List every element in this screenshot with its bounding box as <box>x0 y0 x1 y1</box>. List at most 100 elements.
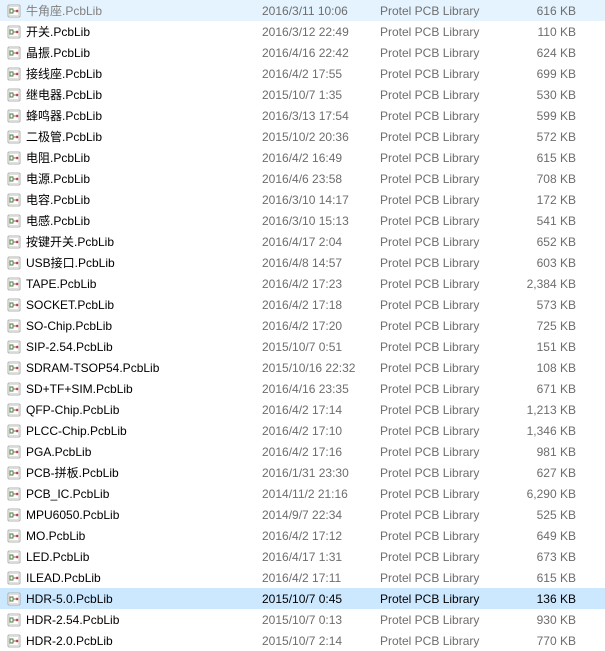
file-row[interactable]: TAPE.PcbLib2016/4/2 17:23Protel PCB Libr… <box>0 273 605 294</box>
file-row[interactable]: 二极管.PcbLib2015/10/2 20:36Protel PCB Libr… <box>0 126 605 147</box>
file-name-cell: 晶振.PcbLib <box>6 44 262 61</box>
file-name-label: HDR-5.0.PcbLib <box>26 592 113 606</box>
file-type-cell: Protel PCB Library <box>380 403 506 417</box>
file-type-cell: Protel PCB Library <box>380 214 506 228</box>
file-date-cell: 2016/4/2 17:12 <box>262 529 380 543</box>
pcblib-file-icon <box>6 612 22 628</box>
file-name-label: 晶振.PcbLib <box>26 44 90 61</box>
file-name-cell: SIP-2.54.PcbLib <box>6 339 262 355</box>
file-name-cell: 电源.PcbLib <box>6 170 262 187</box>
file-row[interactable]: 开关.PcbLib 2016/3/12 22:49Protel PCB Libra… <box>0 21 605 42</box>
file-name-label: PCB_IC.PcbLib <box>26 487 109 501</box>
file-row[interactable]: HDR-2.54.PcbLib2015/10/7 0:13Protel PCB … <box>0 609 605 630</box>
file-name-label: 电阻.PcbLib <box>26 149 90 166</box>
file-row[interactable]: QFP-Chip.PcbLib2016/4/2 17:14Protel PCB … <box>0 399 605 420</box>
file-date-cell: 2015/10/7 2:14 <box>262 634 380 648</box>
file-row[interactable]: SOCKET.PcbLib2016/4/2 17:18Protel PCB Li… <box>0 294 605 315</box>
file-row[interactable]: MPU6050.PcbLib2014/9/7 22:34Protel PCB L… <box>0 504 605 525</box>
file-row[interactable]: 牛角座.PcbLib2016/3/11 10:06Protel PCB Libr… <box>0 0 605 21</box>
file-row[interactable]: 晶振.PcbLib2016/4/16 22:42Protel PCB Libra… <box>0 42 605 63</box>
file-type-cell: Protel PCB Library <box>380 487 506 501</box>
file-row[interactable]: SD+TF+SIM.PcbLib2016/4/16 23:35Protel PC… <box>0 378 605 399</box>
file-date-cell: 2015/10/7 1:35 <box>262 88 380 102</box>
file-date-cell: 2014/9/7 22:34 <box>262 508 380 522</box>
file-row[interactable]: 按键开关.PcbLib2016/4/17 2:04Protel PCB Libr… <box>0 231 605 252</box>
file-row[interactable]: 电感.PcbLib2016/3/10 15:13Protel PCB Libra… <box>0 210 605 231</box>
pcblib-file-icon <box>6 234 22 250</box>
file-type-cell: Protel PCB Library <box>380 319 506 333</box>
file-size-cell: 624 KB <box>506 46 586 60</box>
file-date-cell: 2016/3/10 14:17 <box>262 193 380 207</box>
file-date-cell: 2015/10/7 0:45 <box>262 592 380 606</box>
file-name-cell: PCB_IC.PcbLib <box>6 486 262 502</box>
file-row[interactable]: SO-Chip.PcbLib2016/4/2 17:20Protel PCB L… <box>0 315 605 336</box>
file-row[interactable]: USB接口.PcbLib2016/4/8 14:57Protel PCB Lib… <box>0 252 605 273</box>
file-name-label: 开关.PcbLib <box>26 23 90 40</box>
file-name-label: MO.PcbLib <box>26 529 85 543</box>
file-name-cell: PCB-拼板.PcbLib <box>6 464 262 481</box>
file-name-label: USB接口.PcbLib <box>26 254 115 271</box>
file-row[interactable]: 接线座.PcbLib2016/4/2 17:55Protel PCB Libra… <box>0 63 605 84</box>
file-date-cell: 2016/3/12 22:49 <box>262 25 380 39</box>
file-date-cell: 2016/4/2 17:16 <box>262 445 380 459</box>
file-type-cell: Protel PCB Library <box>380 445 506 459</box>
pcblib-file-icon <box>6 66 22 82</box>
file-size-cell: 615 KB <box>506 571 586 585</box>
file-row[interactable]: 蜂鸣器.PcbLib2016/3/13 17:54Protel PCB Libr… <box>0 105 605 126</box>
pcblib-file-icon <box>6 24 22 40</box>
file-row[interactable]: HDR-2.0.PcbLib2015/10/7 2:14Protel PCB L… <box>0 630 605 651</box>
file-name-label: PGA.PcbLib <box>26 445 91 459</box>
file-type-cell: Protel PCB Library <box>380 382 506 396</box>
file-name-cell: SO-Chip.PcbLib <box>6 318 262 334</box>
file-row[interactable]: 继电器.PcbLib2015/10/7 1:35Protel PCB Libra… <box>0 84 605 105</box>
file-name-label: 蜂鸣器.PcbLib <box>26 107 102 124</box>
file-row[interactable]: ILEAD.PcbLib2016/4/2 17:11Protel PCB Lib… <box>0 567 605 588</box>
file-date-cell: 2016/4/2 17:18 <box>262 298 380 312</box>
file-row[interactable]: 电源.PcbLib2016/4/6 23:58Protel PCB Librar… <box>0 168 605 189</box>
pcblib-file-icon <box>6 381 22 397</box>
file-type-cell: Protel PCB Library <box>380 361 506 375</box>
file-size-cell: 649 KB <box>506 529 586 543</box>
pcblib-file-icon <box>6 171 22 187</box>
pcblib-file-icon <box>6 150 22 166</box>
file-row[interactable]: PLCC-Chip.PcbLib2016/4/2 17:10Protel PCB… <box>0 420 605 441</box>
file-name-cell: LED.PcbLib <box>6 549 262 565</box>
pcblib-file-icon <box>6 129 22 145</box>
file-type-cell: Protel PCB Library <box>380 25 506 39</box>
file-name-label: PCB-拼板.PcbLib <box>26 464 119 481</box>
file-name-label: SO-Chip.PcbLib <box>26 319 112 333</box>
file-row[interactable]: LED.PcbLib2016/4/17 1:31Protel PCB Libra… <box>0 546 605 567</box>
file-type-cell: Protel PCB Library <box>380 298 506 312</box>
file-name-cell: 二极管.PcbLib <box>6 128 262 145</box>
file-size-cell: 110 KB <box>506 25 586 39</box>
file-date-cell: 2016/4/2 16:49 <box>262 151 380 165</box>
pcblib-file-icon <box>6 318 22 334</box>
file-row[interactable]: PCB-拼板.PcbLib2016/1/31 23:30Protel PCB L… <box>0 462 605 483</box>
pcblib-file-icon <box>6 444 22 460</box>
file-row[interactable]: SDRAM-TSOP54.PcbLib2015/10/16 22:32Prote… <box>0 357 605 378</box>
file-row[interactable]: PGA.PcbLib 2016/4/2 17:16Protel PCB Libra… <box>0 441 605 462</box>
file-date-cell: 2016/4/16 23:35 <box>262 382 380 396</box>
file-name-label: 牛角座.PcbLib <box>26 2 102 19</box>
file-name-label: 电感.PcbLib <box>26 212 90 229</box>
file-type-cell: Protel PCB Library <box>380 592 506 606</box>
file-size-cell: 525 KB <box>506 508 586 522</box>
file-name-label: HDR-2.0.PcbLib <box>26 634 113 648</box>
file-row[interactable]: HDR-5.0.PcbLib 2015/10/7 0:45Protel PCB L… <box>0 588 605 609</box>
file-row[interactable]: MO.PcbLib2016/4/2 17:12Protel PCB Librar… <box>0 525 605 546</box>
pcblib-file-icon <box>6 45 22 61</box>
pcblib-file-icon <box>6 213 22 229</box>
pcblib-file-icon <box>6 360 22 376</box>
file-type-cell: Protel PCB Library <box>380 571 506 585</box>
file-date-cell: 2016/4/2 17:14 <box>262 403 380 417</box>
file-size-cell: 151 KB <box>506 340 586 354</box>
file-name-label: 接线座.PcbLib <box>26 65 102 82</box>
file-row[interactable]: PCB_IC.PcbLib2014/11/2 21:16Protel PCB L… <box>0 483 605 504</box>
file-row[interactable]: 电容.PcbLib2016/3/10 14:17Protel PCB Libra… <box>0 189 605 210</box>
pcblib-file-icon <box>6 192 22 208</box>
file-name-cell: TAPE.PcbLib <box>6 276 262 292</box>
file-row[interactable]: SIP-2.54.PcbLib2015/10/7 0:51Protel PCB … <box>0 336 605 357</box>
file-name-cell: HDR-5.0.PcbLib <box>6 591 262 607</box>
file-type-cell: Protel PCB Library <box>380 235 506 249</box>
file-row[interactable]: 电阻.PcbLib2016/4/2 16:49Protel PCB Librar… <box>0 147 605 168</box>
